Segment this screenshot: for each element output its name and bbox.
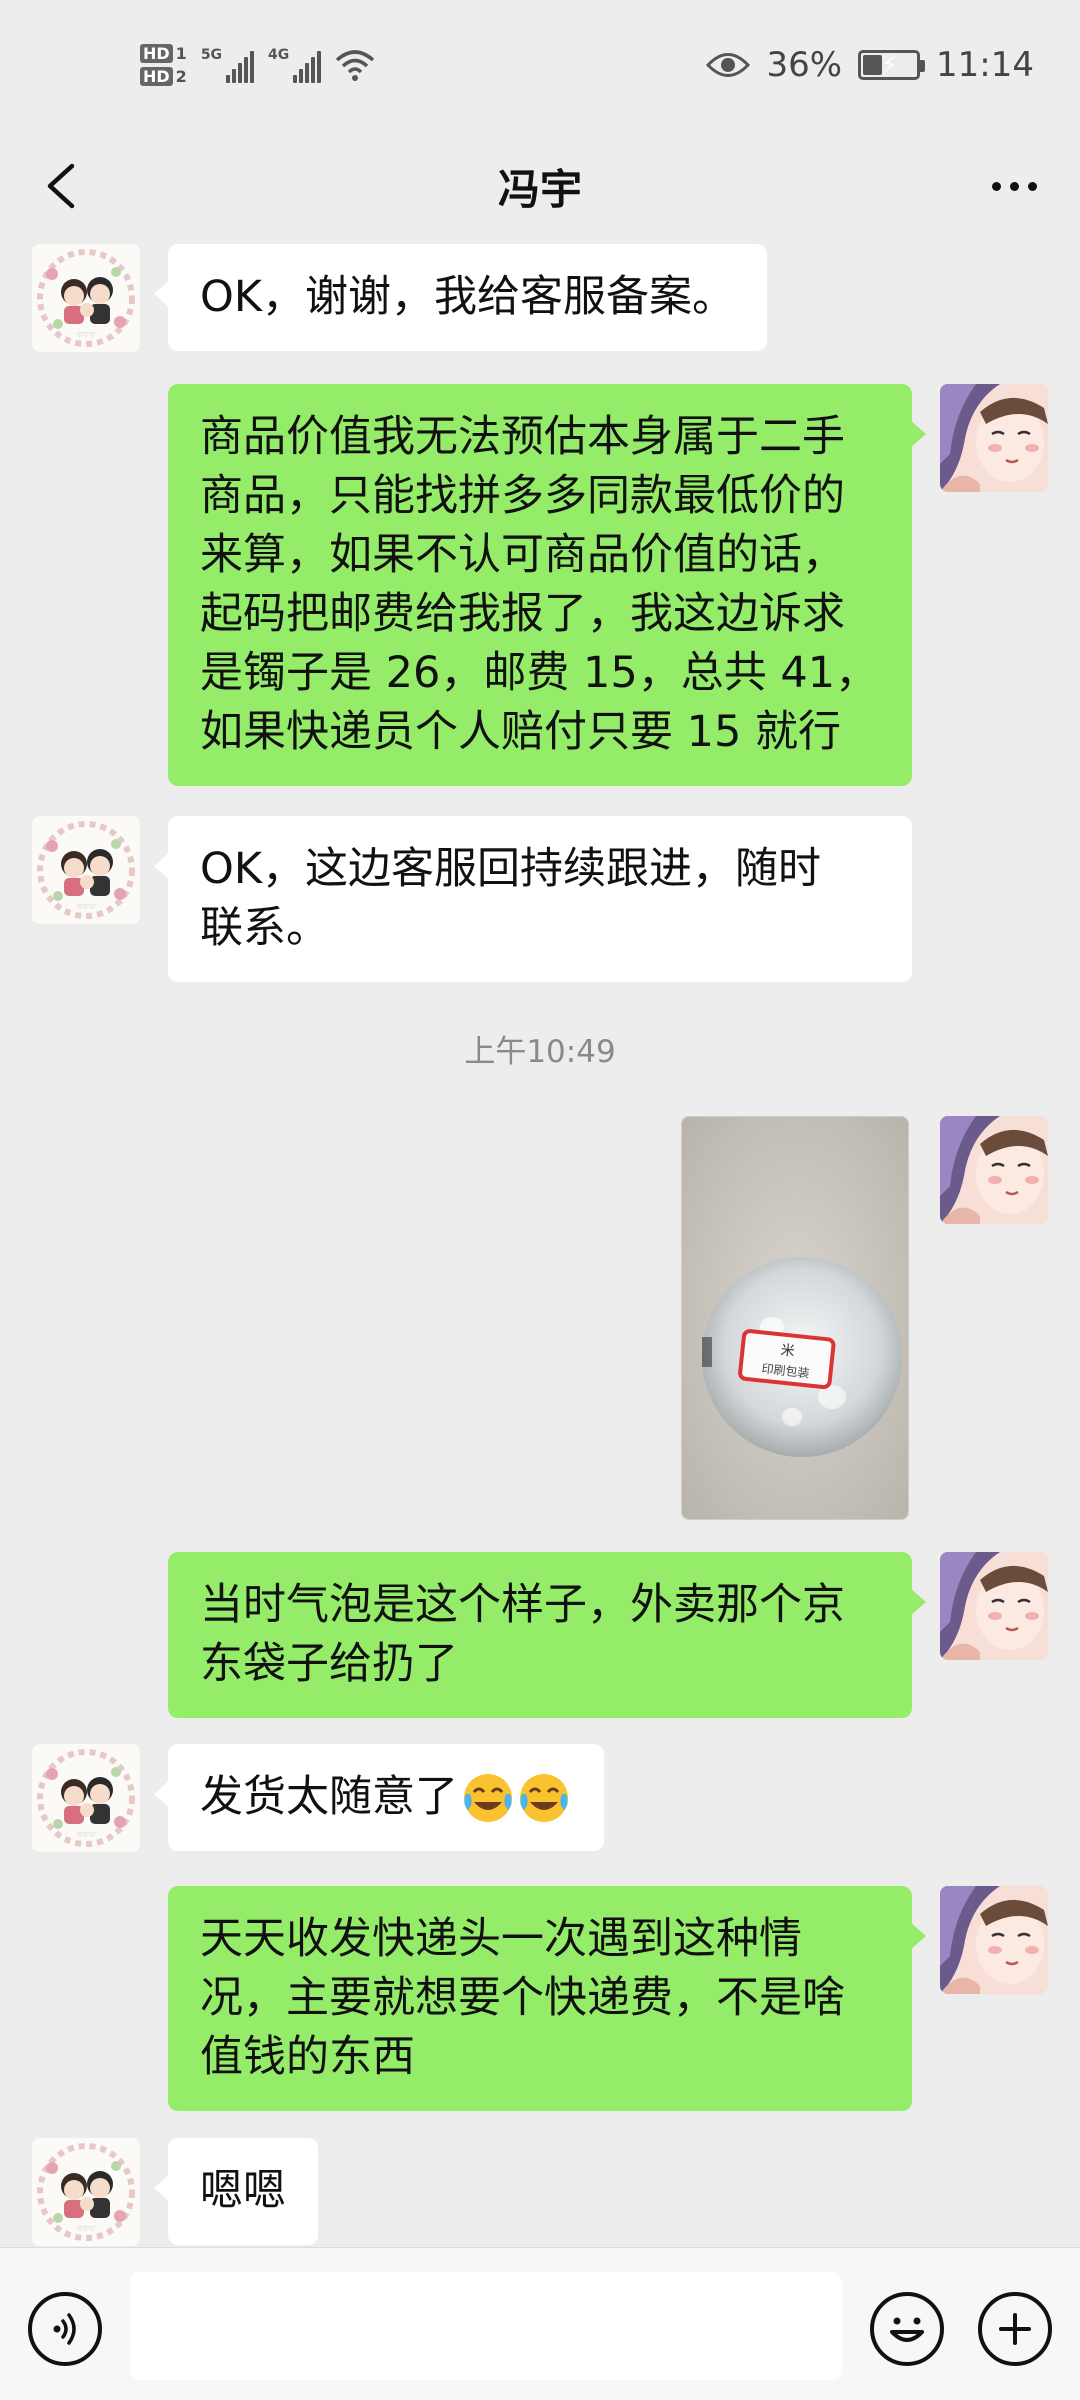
more-dot xyxy=(991,181,1001,191)
status-left: HD 1 HD 2 5G 4G xyxy=(140,44,375,86)
voice-input-button[interactable] xyxy=(28,2292,102,2366)
status-bar: HD 1 HD 2 5G 4G 36% ⚡ 11:14 xyxy=(0,0,1080,130)
battery-percent: 36% xyxy=(766,45,843,85)
sim1-indicator: HD 1 xyxy=(140,44,187,63)
chat-input-bar xyxy=(0,2247,1080,2400)
svg-text:米: 米 xyxy=(780,1342,796,1359)
voice-icon xyxy=(53,2313,76,2345)
charging-bolt-icon: ⚡ xyxy=(881,51,898,79)
battery-fill xyxy=(863,55,882,75)
wifi-icon xyxy=(336,50,375,81)
back-button[interactable] xyxy=(32,158,88,214)
battery-icon: ⚡ xyxy=(858,50,926,80)
eye-icon xyxy=(706,53,751,77)
more-dot xyxy=(1009,181,1019,191)
crying-laughing-emoji-icon xyxy=(464,1773,512,1822)
message-bubble-incoming[interactable]: 嗯嗯 xyxy=(154,2138,318,2245)
more-functions-button[interactable] xyxy=(978,2292,1052,2366)
avatar[interactable] xyxy=(940,384,1048,492)
chevron-left-icon xyxy=(47,163,75,209)
avatar[interactable] xyxy=(940,1116,1048,1224)
chat-header: 冯宇 xyxy=(0,130,1080,242)
sim2-indicator: HD 2 xyxy=(140,67,187,86)
message-bubble-incoming[interactable]: OK，这边客服回持续跟进，随时 联系。 xyxy=(154,816,912,982)
avatar[interactable] xyxy=(32,2138,140,2246)
message-bubble-incoming[interactable]: OK，谢谢，我给客服备案。 xyxy=(153,244,768,351)
avatar[interactable] xyxy=(940,1552,1048,1660)
emoji-icon xyxy=(890,2317,924,2342)
chat-title: 冯宇 xyxy=(497,164,582,214)
message-input[interactable] xyxy=(130,2272,842,2380)
signal-icon: 4G xyxy=(268,47,322,83)
avatar[interactable] xyxy=(32,1744,140,1852)
emoji-button[interactable] xyxy=(870,2292,944,2366)
message-bubble-incoming[interactable]: 发货太随意了 xyxy=(154,1744,604,1851)
more-dot xyxy=(1027,181,1037,191)
photo-thumbnail: 米 印刷包装 xyxy=(682,1117,908,1519)
image-message[interactable]: 米 印刷包装 xyxy=(681,1116,909,1520)
clock: 11:14 xyxy=(936,45,1034,85)
signal-icon: 5G xyxy=(201,47,255,83)
message-bubble-outgoing[interactable]: 商品价值我无法预估本身属于二手 商品，只能找拼多多同款最低价的 来算，如果不认可… xyxy=(168,384,926,786)
sim-indicators: HD 1 HD 2 xyxy=(140,44,187,86)
message-timestamp: 上午10:49 xyxy=(464,1034,616,1070)
message-bubble-outgoing[interactable]: 天天收发快递头一次遇到这种情 况，主要就想要个快递费，不是啥 值钱的东西 xyxy=(168,1886,926,2111)
avatar[interactable] xyxy=(32,816,140,924)
status-right: 36% ⚡ 11:14 xyxy=(706,45,1034,85)
message-list[interactable]: OK，谢谢，我给客服备案。 商品价值我无法预估本身属于二手 商品，只能找拼多多同… xyxy=(0,242,1080,2247)
message-bubble-outgoing[interactable]: 当时气泡是这个样子，外卖那个京 东袋子给扔了 xyxy=(168,1552,926,1718)
avatar[interactable] xyxy=(940,1886,1048,1994)
more-button[interactable] xyxy=(982,158,1046,214)
crying-laughing-emoji-icon xyxy=(520,1773,568,1822)
avatar[interactable] xyxy=(32,244,140,352)
